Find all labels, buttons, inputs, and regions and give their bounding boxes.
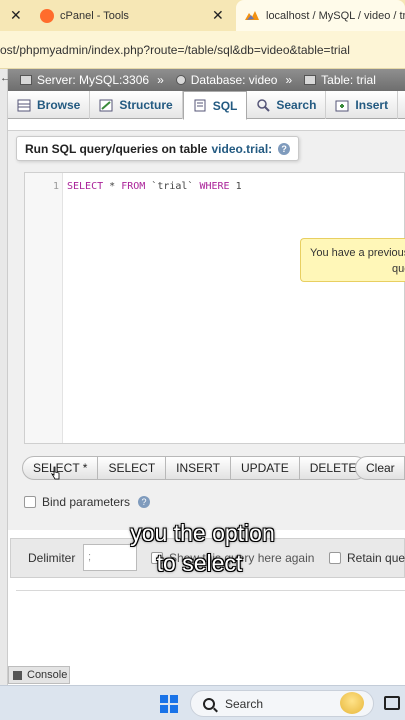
browser-tab-cpanel[interactable]: cPanel - Tools (32, 0, 237, 31)
tab-more[interactable] (398, 91, 405, 119)
tab-sql[interactable]: SQL (182, 91, 248, 120)
caption-line-1: you the option (130, 520, 275, 546)
breadcrumb: Server: MySQL:3306 » Database: video » T… (8, 69, 405, 91)
database-icon (175, 75, 186, 85)
mouse-pointer-icon (51, 466, 60, 480)
address-bar[interactable]: ost/phpmyadmin/index.php?route=/table/sq… (0, 31, 405, 69)
url-text[interactable]: ost/phpmyadmin/index.php?route=/table/sq… (0, 43, 350, 57)
tab-title: cPanel - Tools (60, 9, 129, 22)
breadcrumb-separator: » (157, 73, 164, 87)
server-icon (20, 75, 32, 85)
console-toggle[interactable]: Console (8, 666, 70, 684)
browser-tab-bar: ✕ cPanel - Tools ✕ localhost / MySQL / v… (0, 0, 405, 31)
bind-parameters-label: Bind parameters (42, 495, 131, 509)
browser-tab-phpmyadmin[interactable]: localhost / MySQL / video / trial (236, 0, 405, 31)
breadcrumb-server[interactable]: Server: MySQL:3306 (8, 73, 149, 87)
tab-search[interactable]: Search (247, 91, 327, 119)
notice-line-2: que (392, 263, 405, 275)
browse-icon (17, 99, 31, 112)
video-caption: you the option to select (0, 518, 405, 578)
taskbar-search-label: Search (225, 696, 264, 711)
line-number: 1 (52, 181, 59, 192)
close-tab-icon[interactable]: ✕ (10, 7, 22, 24)
query-template-buttons: SELECT * SELECT INSERT UPDATE DELETE (22, 456, 368, 480)
breadcrumb-separator: » (285, 73, 293, 87)
sql-panel-legend: Run SQL query/queries on table video.tri… (16, 136, 300, 161)
divider (16, 590, 405, 591)
tab-title: localhost / MySQL / video / trial (266, 9, 405, 22)
previous-query-notice[interactable]: You have a previous que (300, 238, 405, 282)
search-icon (203, 697, 215, 710)
navigation-collapse-strip[interactable] (0, 69, 8, 685)
structure-icon (99, 99, 113, 112)
help-icon[interactable]: ? (278, 142, 291, 155)
insert-icon (335, 99, 349, 112)
select-button[interactable]: SELECT (97, 456, 167, 480)
sql-code[interactable]: SELECT * FROM `trial` WHERE 1 (67, 181, 242, 192)
console-icon (13, 670, 22, 680)
breadcrumb-database[interactable]: Database: video (164, 73, 277, 87)
close-tab-icon[interactable]: ✕ (212, 7, 224, 24)
main-tabs: Browse Structure SQL Search Insert (8, 91, 405, 120)
sql-editor[interactable]: 1 SELECT * FROM `trial` WHERE 1 (24, 172, 405, 444)
tab-insert[interactable]: Insert (326, 91, 399, 119)
table-link[interactable]: video.trial: (211, 142, 272, 156)
phpmyadmin-logo-icon (244, 10, 260, 22)
task-view-icon[interactable] (384, 696, 400, 710)
breadcrumb-table[interactable]: Table: trial (292, 73, 376, 87)
editor-gutter: 1 (25, 173, 63, 443)
windows-taskbar: Search (0, 685, 405, 720)
windows-start-icon[interactable] (160, 695, 178, 713)
caption-line-2: to select (156, 550, 243, 576)
help-icon[interactable]: ? (138, 496, 151, 508)
table-icon (304, 75, 317, 85)
sql-icon (193, 99, 207, 112)
cpanel-logo-icon (40, 8, 54, 23)
insert-button[interactable]: INSERT (165, 456, 231, 480)
bind-parameters-row: Bind parameters ? (24, 495, 151, 509)
notice-line-1: You have a previous (310, 247, 405, 259)
search-icon (256, 98, 271, 112)
legend-text: Run SQL query/queries on table (25, 141, 208, 156)
bind-parameters-checkbox[interactable] (24, 496, 36, 508)
tab-structure[interactable]: Structure (90, 91, 183, 119)
clear-button[interactable]: Clear (355, 456, 405, 480)
tab-browse[interactable]: Browse (8, 91, 91, 119)
update-button[interactable]: UPDATE (229, 456, 300, 480)
console-label: Console (27, 669, 68, 681)
search-highlight-icon[interactable] (340, 692, 364, 714)
